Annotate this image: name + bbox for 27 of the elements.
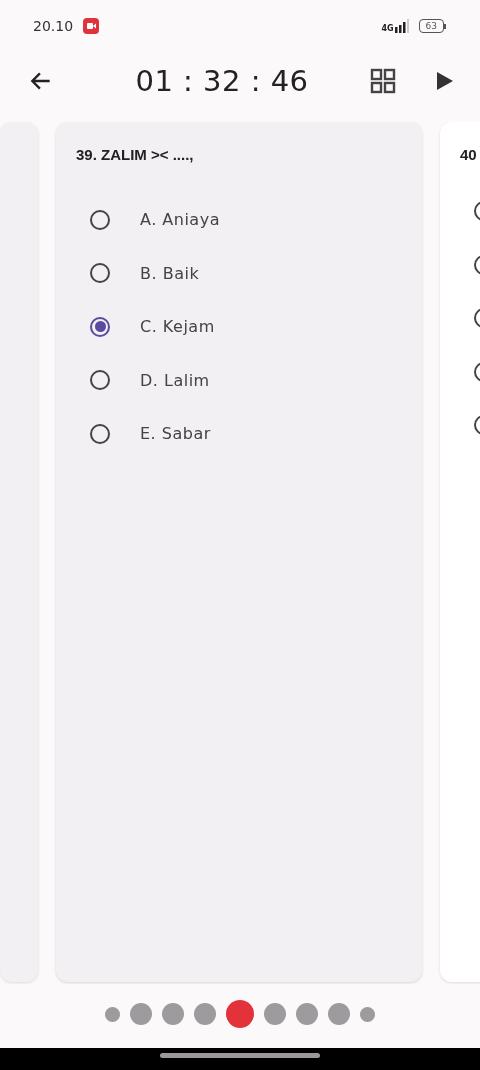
video-icon bbox=[83, 18, 100, 34]
page-dot[interactable] bbox=[328, 1003, 350, 1025]
option-label[interactable]: C. Kejam bbox=[140, 317, 215, 337]
radio-button[interactable] bbox=[90, 370, 110, 391]
play-icon[interactable] bbox=[436, 71, 454, 91]
page-dot[interactable] bbox=[296, 1003, 318, 1025]
radio-button[interactable] bbox=[90, 209, 110, 230]
battery-icon: 63 bbox=[418, 19, 446, 33]
page-dot[interactable] bbox=[264, 1003, 286, 1025]
question-title: 40 bbox=[460, 146, 478, 163]
page-dot[interactable] bbox=[194, 1003, 216, 1025]
radio-button[interactable] bbox=[90, 316, 110, 337]
radio-button[interactable] bbox=[90, 423, 110, 444]
page-dot[interactable] bbox=[162, 1003, 184, 1025]
option-label[interactable]: D. Lalim bbox=[140, 370, 210, 390]
countdown-timer: 01 : 32 : 46 bbox=[134, 64, 310, 98]
status-time: 20.10 bbox=[33, 18, 74, 34]
page-dot[interactable] bbox=[130, 1003, 152, 1025]
page-dot[interactable] bbox=[360, 1006, 375, 1022]
option-label[interactable]: E. Sabar bbox=[140, 424, 211, 444]
option-label[interactable]: B. Baik bbox=[140, 263, 200, 283]
question-title: 39. ZALIM >< ...., bbox=[76, 146, 195, 163]
page-dot[interactable] bbox=[226, 1000, 254, 1028]
grid-icon[interactable] bbox=[370, 68, 396, 94]
option-label[interactable]: A. Aniaya bbox=[140, 210, 220, 230]
radio-button[interactable] bbox=[90, 263, 110, 284]
page-dot[interactable] bbox=[105, 1006, 120, 1022]
